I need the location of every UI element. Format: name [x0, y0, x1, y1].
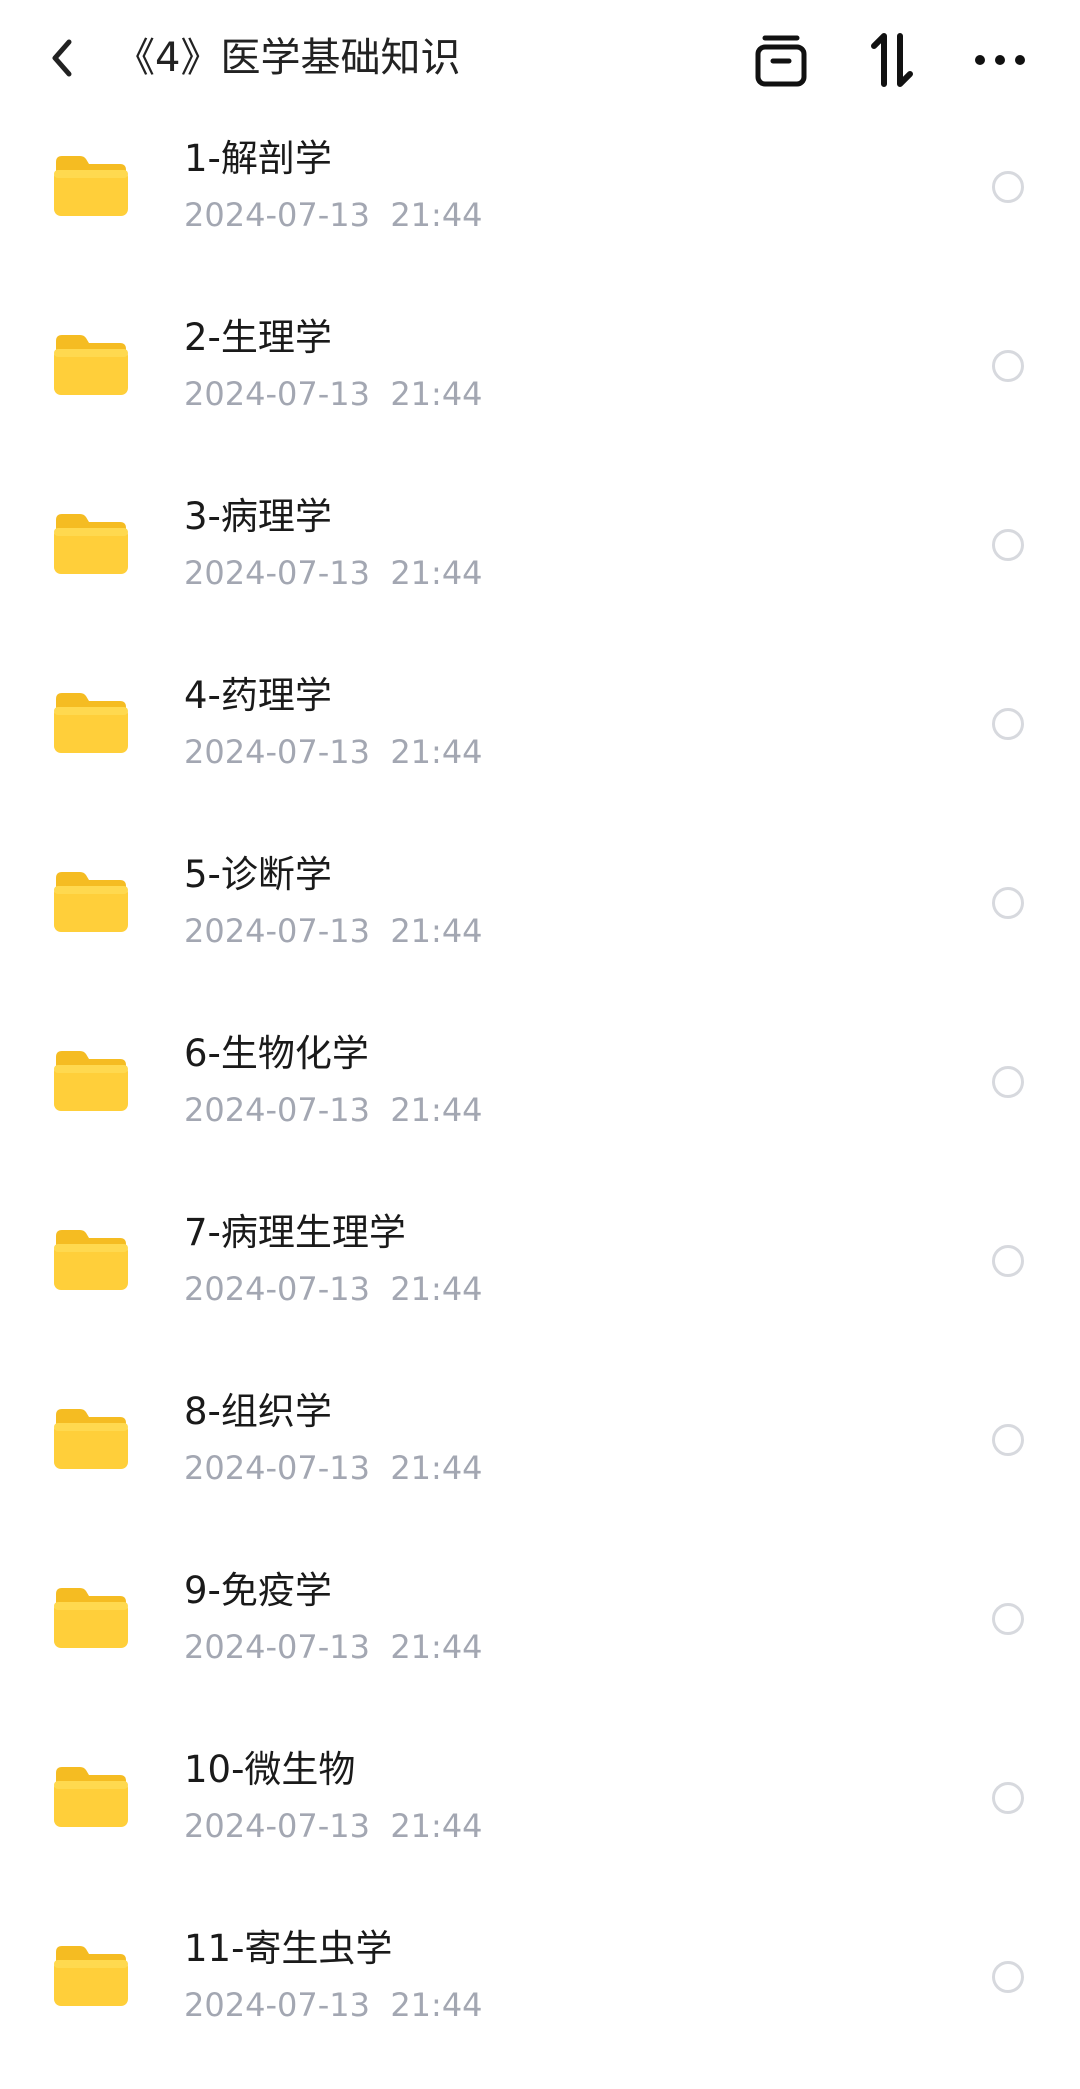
- folder-date: 2024-07-13 21:44: [184, 733, 483, 771]
- sort-arrows-icon: [871, 33, 913, 87]
- folder-list: 1-解剖学 2024-07-13 21:44 2-生理学 2024-07-13 …: [0, 120, 1080, 2089]
- folder-date: 2024-07-13 21:44: [184, 196, 483, 234]
- folder-name: 11-寄生虫学: [184, 1927, 393, 1970]
- list-item[interactable]: 4-药理学 2024-07-13 21:44: [0, 657, 1080, 836]
- folder-name: 5-诊断学: [184, 853, 332, 896]
- sort-button[interactable]: [858, 26, 926, 94]
- folder-icon: [54, 872, 128, 932]
- folder-icon: [54, 1767, 128, 1827]
- folder-date: 2024-07-13 21:44: [184, 554, 483, 592]
- select-radio[interactable]: [992, 1424, 1024, 1456]
- chevron-left-icon: [52, 39, 72, 77]
- select-radio[interactable]: [992, 1961, 1024, 1993]
- folder-icon: [54, 693, 128, 753]
- list-item[interactable]: 9-免疫学 2024-07-13 21:44: [0, 1552, 1080, 1731]
- list-item[interactable]: 3-病理学 2024-07-13 21:44: [0, 478, 1080, 657]
- folder-name: 7-病理生理学: [184, 1211, 406, 1254]
- select-radio[interactable]: [992, 708, 1024, 740]
- list-item[interactable]: 8-组织学 2024-07-13 21:44: [0, 1373, 1080, 1552]
- folder-icon: [54, 1588, 128, 1648]
- select-radio[interactable]: [992, 350, 1024, 382]
- list-item[interactable]: 2-生理学 2024-07-13 21:44: [0, 299, 1080, 478]
- folder-name: 10-微生物: [184, 1748, 356, 1791]
- select-radio[interactable]: [992, 1245, 1024, 1277]
- select-radio[interactable]: [992, 1066, 1024, 1098]
- folder-date: 2024-07-13 21:44: [184, 1091, 483, 1129]
- list-item[interactable]: 7-病理生理学 2024-07-13 21:44: [0, 1194, 1080, 1373]
- folder-icon: [54, 1409, 128, 1469]
- folder-date: 2024-07-13 21:44: [184, 1986, 483, 2024]
- folder-date: 2024-07-13 21:44: [184, 1807, 483, 1845]
- folder-icon: [54, 1946, 128, 2006]
- list-item[interactable]: 11-寄生虫学 2024-07-13 21:44: [0, 1910, 1080, 2089]
- folder-icon: [54, 156, 128, 216]
- list-item[interactable]: 10-微生物 2024-07-13 21:44: [0, 1731, 1080, 1910]
- page-title: 《4》医学基础知识: [115, 35, 461, 81]
- list-item[interactable]: 5-诊断学 2024-07-13 21:44: [0, 836, 1080, 1015]
- folder-icon: [54, 1230, 128, 1290]
- select-radio[interactable]: [992, 887, 1024, 919]
- folder-icon: [54, 1051, 128, 1111]
- folder-name: 8-组织学: [184, 1390, 332, 1433]
- folder-name: 1-解剖学: [184, 137, 332, 180]
- folder-name: 2-生理学: [184, 316, 332, 359]
- folder-icon: [54, 514, 128, 574]
- folder-icon: [54, 335, 128, 395]
- back-button[interactable]: [38, 30, 86, 86]
- select-radio[interactable]: [992, 1782, 1024, 1814]
- folder-date: 2024-07-13 21:44: [184, 375, 483, 413]
- list-item[interactable]: 1-解剖学 2024-07-13 21:44: [0, 120, 1080, 299]
- list-item[interactable]: 6-生物化学 2024-07-13 21:44: [0, 1015, 1080, 1194]
- folder-date: 2024-07-13 21:44: [184, 1449, 483, 1487]
- folder-date: 2024-07-13 21:44: [184, 912, 483, 950]
- select-radio[interactable]: [992, 171, 1024, 203]
- more-dots-icon: [975, 55, 1025, 65]
- top-bar: 《4》医学基础知识: [0, 0, 1080, 120]
- select-radio[interactable]: [992, 529, 1024, 561]
- folder-name: 4-药理学: [184, 674, 332, 717]
- archive-box-icon: [755, 35, 807, 87]
- select-radio[interactable]: [992, 1603, 1024, 1635]
- folder-name: 9-免疫学: [184, 1569, 332, 1612]
- more-button[interactable]: [966, 26, 1034, 94]
- folder-name: 6-生物化学: [184, 1032, 369, 1075]
- archive-button[interactable]: [747, 26, 815, 94]
- folder-date: 2024-07-13 21:44: [184, 1628, 483, 1666]
- folder-name: 3-病理学: [184, 495, 332, 538]
- folder-date: 2024-07-13 21:44: [184, 1270, 483, 1308]
